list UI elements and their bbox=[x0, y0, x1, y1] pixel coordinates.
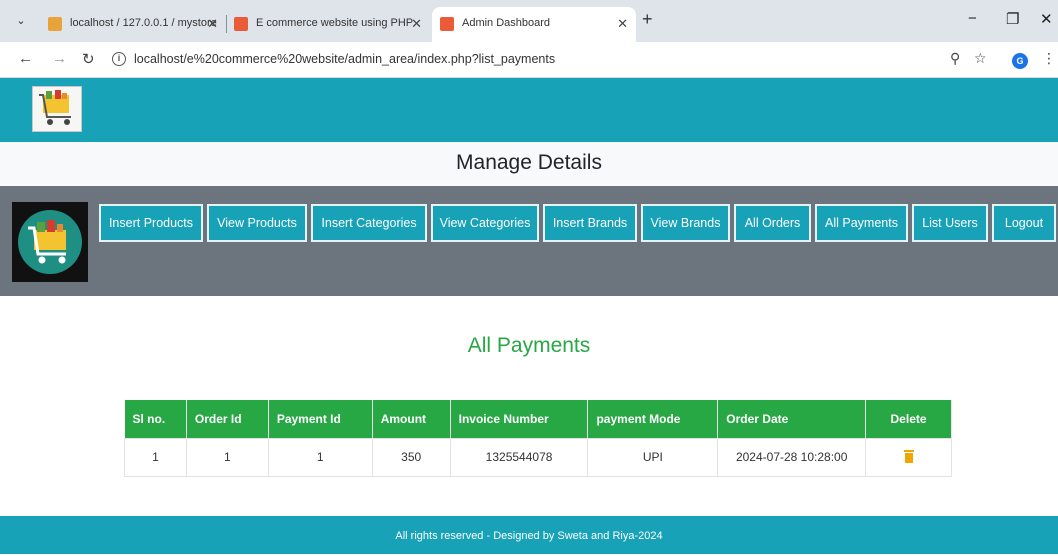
browser-tab-bar: ⌄ localhost / 127.0.0.1 / mystore ✕ E co… bbox=[0, 0, 1058, 42]
site-favicon-icon bbox=[440, 17, 454, 31]
minimize-icon[interactable]: − bbox=[968, 10, 977, 27]
view-brands-button[interactable]: View Brands bbox=[641, 204, 730, 242]
all-payments-button[interactable]: All Payments bbox=[815, 204, 908, 242]
insert-brands-button[interactable]: Insert Brands bbox=[543, 204, 637, 242]
insert-categories-button[interactable]: Insert Categories bbox=[311, 204, 427, 242]
tab-search-dropdown-icon[interactable]: ⌄ bbox=[10, 10, 32, 32]
site-info-icon[interactable]: i bbox=[112, 52, 126, 66]
column-header: Invoice Number bbox=[450, 400, 589, 438]
back-icon[interactable]: ← bbox=[18, 50, 33, 67]
menu-kebab-icon[interactable]: ⋮ bbox=[1042, 50, 1056, 67]
tab-title: localhost / 127.0.0.1 / mystore bbox=[70, 17, 217, 29]
browser-tab-admin-dashboard[interactable]: Admin Dashboard ✕ bbox=[432, 7, 636, 42]
invoice-number-cell: 1325544078 bbox=[449, 437, 589, 477]
store-logo-icon bbox=[12, 202, 88, 282]
sl-no-cell: 1 bbox=[124, 437, 187, 477]
payment-id-cell: 1 bbox=[267, 437, 373, 477]
footer-text: All rights reserved - Designed by Sweta … bbox=[0, 516, 1058, 554]
all-orders-button[interactable]: All Orders bbox=[734, 204, 811, 242]
column-header: Delete bbox=[865, 400, 952, 438]
new-tab-button[interactable]: + bbox=[642, 9, 653, 30]
column-header: Sl no. bbox=[124, 400, 187, 438]
column-header: Payment Id bbox=[268, 400, 373, 438]
insert-products-button[interactable]: Insert Products bbox=[99, 204, 203, 242]
delete-cell bbox=[865, 437, 952, 477]
amount-cell: 350 bbox=[371, 437, 451, 477]
payments-table: Sl no. Order Id Payment Id Amount Invoic… bbox=[124, 400, 952, 477]
bookmark-star-icon[interactable]: ☆ bbox=[974, 50, 987, 67]
table-row: 1 1 1 350 1325544078 UPI 2024-07-28 10:2… bbox=[124, 437, 952, 477]
column-header: Order Date bbox=[717, 400, 867, 438]
trash-icon[interactable] bbox=[903, 449, 914, 466]
column-header: payment Mode bbox=[587, 400, 719, 438]
browser-tab-phpmyadmin[interactable]: localhost / 127.0.0.1 / mystore ✕ bbox=[40, 7, 226, 42]
tab-title: Admin Dashboard bbox=[462, 17, 551, 29]
order-id-cell: 1 bbox=[185, 437, 269, 477]
page-title: Manage Details bbox=[0, 142, 1058, 186]
forward-icon[interactable]: → bbox=[52, 50, 67, 67]
section-heading: All Payments bbox=[467, 334, 591, 357]
table-header-row: Sl no. Order Id Payment Id Amount Invoic… bbox=[124, 400, 952, 438]
order-date-cell: 2024-07-28 10:28:00 bbox=[717, 437, 867, 477]
column-header: Order Id bbox=[186, 400, 269, 438]
close-tab-icon[interactable]: ✕ bbox=[617, 7, 628, 40]
view-products-button[interactable]: View Products bbox=[207, 204, 307, 242]
reload-icon[interactable]: ↻ bbox=[82, 50, 95, 68]
address-bar: ← → ↻ i localhost/e%20commerce%20website… bbox=[0, 42, 1058, 78]
logout-button[interactable]: Logout bbox=[992, 204, 1056, 242]
column-header: Amount bbox=[372, 400, 451, 438]
zoom-icon[interactable]: ⚲ bbox=[950, 50, 960, 67]
logo-cart-icon bbox=[32, 86, 82, 132]
profile-avatar[interactable]: G bbox=[1012, 53, 1028, 69]
url-field[interactable]: localhost/e%20commerce%20website/admin_a… bbox=[134, 52, 555, 66]
phpmyadmin-favicon-icon bbox=[48, 17, 62, 31]
close-window-icon[interactable]: ✕ bbox=[1040, 10, 1053, 28]
browser-tab-ecommerce[interactable]: E commerce website using PHP ✕ bbox=[226, 7, 430, 42]
tab-title: E commerce website using PHP bbox=[256, 17, 414, 29]
view-categories-button[interactable]: View Categories bbox=[431, 204, 539, 242]
header-band bbox=[0, 78, 1058, 142]
list-users-button[interactable]: List Users bbox=[912, 204, 988, 242]
site-favicon-icon bbox=[234, 17, 248, 31]
close-tab-icon[interactable]: ✕ bbox=[207, 7, 218, 40]
payment-mode-cell: UPI bbox=[587, 437, 719, 477]
close-tab-icon[interactable]: ✕ bbox=[411, 7, 422, 40]
restore-icon[interactable]: ❐ bbox=[1006, 10, 1019, 28]
